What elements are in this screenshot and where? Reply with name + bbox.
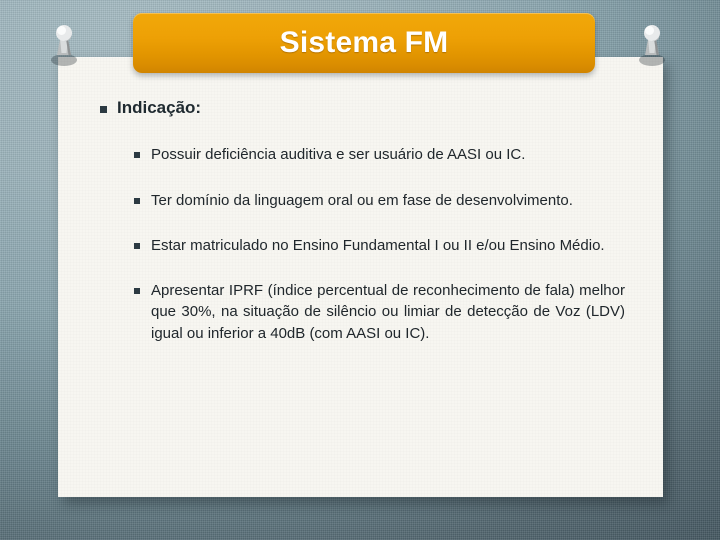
list-item-text: Estar matriculado no Ensino Fundamental …	[151, 236, 605, 254]
square-bullet-icon	[134, 197, 140, 204]
content-card: Indicação: Possuir deficiência auditiva …	[58, 57, 663, 497]
list-item-text: Apresentar IPRF (índice percentual de re…	[151, 282, 625, 342]
requirements-list: Possuir deficiência auditiva e ser usuár…	[58, 144, 663, 344]
list-item: Ter domínio da linguagem oral ou em fase…	[134, 190, 625, 211]
list-item-text: Ter domínio da linguagem oral ou em fase…	[151, 191, 573, 209]
slide-content: Indicação: Possuir deficiência auditiva …	[58, 57, 663, 344]
list-item: Apresentar IPRF (índice percentual de re…	[134, 280, 625, 344]
square-bullet-icon	[100, 106, 107, 113]
square-bullet-icon	[134, 288, 140, 295]
list-item: Possuir deficiência auditiva e ser usuár…	[134, 144, 625, 165]
heading-bullet-item: Indicação:	[100, 97, 663, 118]
list-item: Estar matriculado no Ensino Fundamental …	[134, 235, 625, 256]
square-bullet-icon	[134, 152, 140, 159]
square-bullet-icon	[134, 242, 140, 249]
title-banner: Sistema FM	[133, 13, 595, 73]
list-item-text: Possuir deficiência auditiva e ser usuár…	[151, 146, 526, 164]
page-title: Indicação:	[117, 98, 202, 117]
slide-title: Sistema FM	[279, 26, 449, 59]
slide-canvas: Indicação: Possuir deficiência auditiva …	[0, 0, 720, 540]
